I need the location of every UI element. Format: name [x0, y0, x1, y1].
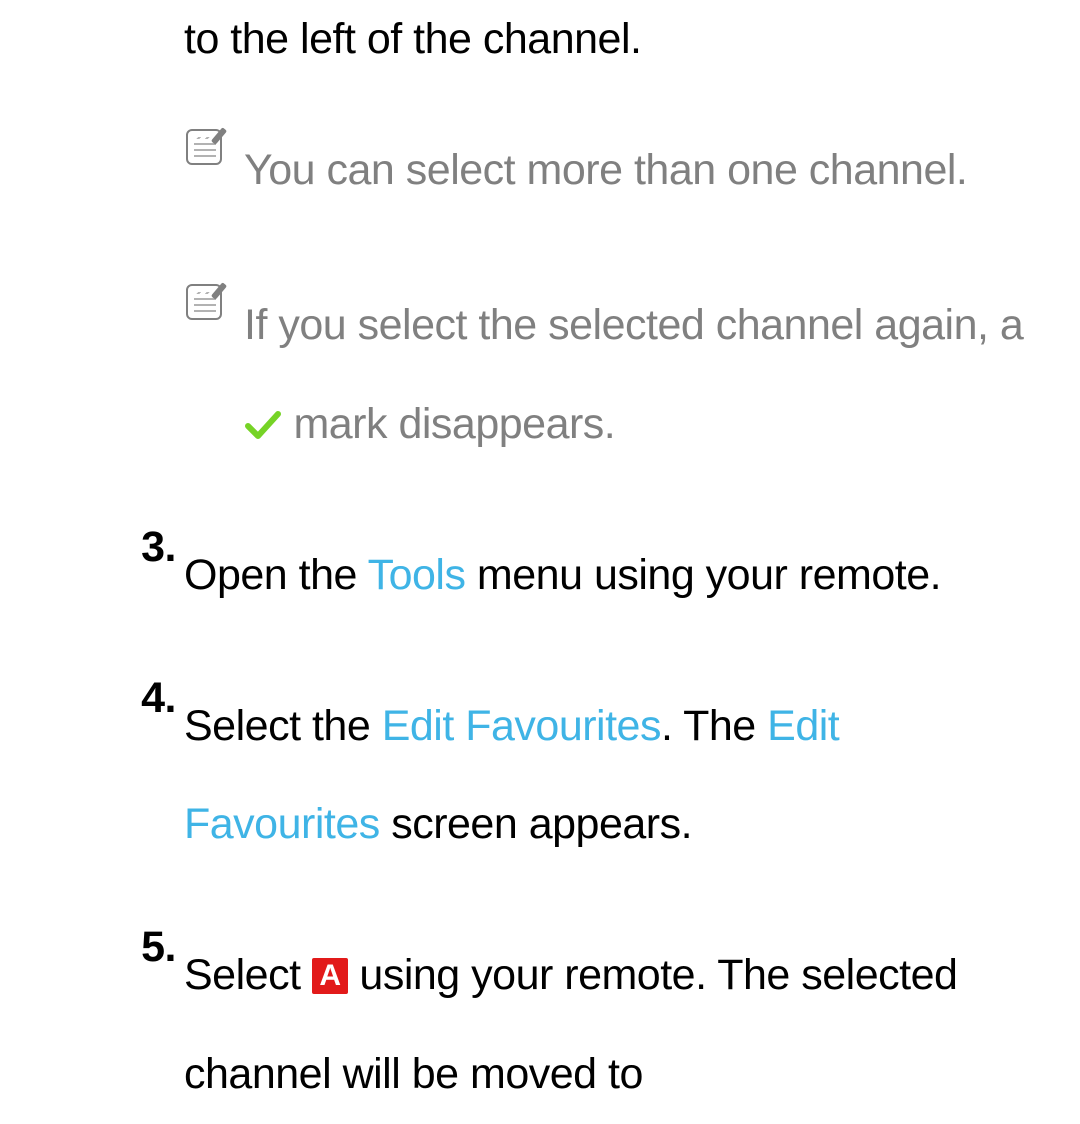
leading-fragment: to the left of the channel.: [176, 18, 1030, 61]
note-icon: [186, 129, 222, 165]
step-5: 5. Select A using your remote. The selec…: [130, 926, 1030, 1124]
step-4-t1: Select the: [184, 702, 382, 750]
manual-page: to the left of the channel. You can sele…: [0, 0, 1080, 1104]
step-4-t2: . The: [661, 702, 767, 750]
tools-keyword: Tools: [368, 551, 466, 599]
note-icon: [186, 284, 222, 320]
step-3-text: Open the Tools menu using your remote.: [176, 526, 1030, 625]
step-3-number: 3.: [130, 526, 176, 569]
step-4-t3: screen appears.: [380, 800, 692, 848]
note-icon-wrap: [176, 121, 222, 165]
check-icon: [244, 377, 282, 476]
step-4-number: 4.: [130, 677, 176, 720]
step-3-t2: menu using your remote.: [465, 551, 941, 599]
note-1: You can select more than one channel.: [130, 121, 1030, 220]
note-2-before: If you select the selected channel again…: [244, 301, 1023, 349]
note-2: If you select the selected channel again…: [130, 276, 1030, 476]
step-3: 3. Open the Tools menu using your remote…: [130, 526, 1030, 625]
remote-a-button-icon: A: [312, 958, 348, 994]
note-2-text: If you select the selected channel again…: [222, 276, 1030, 476]
step-5-t1: Select: [184, 951, 312, 999]
note-2-after: mark disappears.: [282, 400, 615, 448]
step-5-text: Select A using your remote. The selected…: [176, 926, 1030, 1124]
edit-favourites-keyword-1: Edit Favourites: [382, 702, 661, 750]
step-4-text: Select the Edit Favourites. The Edit Fav…: [176, 677, 1030, 875]
step-4: 4. Select the Edit Favourites. The Edit …: [130, 677, 1030, 875]
note-1-text: You can select more than one channel.: [222, 121, 1030, 220]
step-3-t1: Open the: [184, 551, 368, 599]
note-icon-wrap: [176, 276, 222, 320]
step-5-number: 5.: [130, 926, 176, 969]
leading-fragment-row: to the left of the channel.: [130, 18, 1030, 61]
